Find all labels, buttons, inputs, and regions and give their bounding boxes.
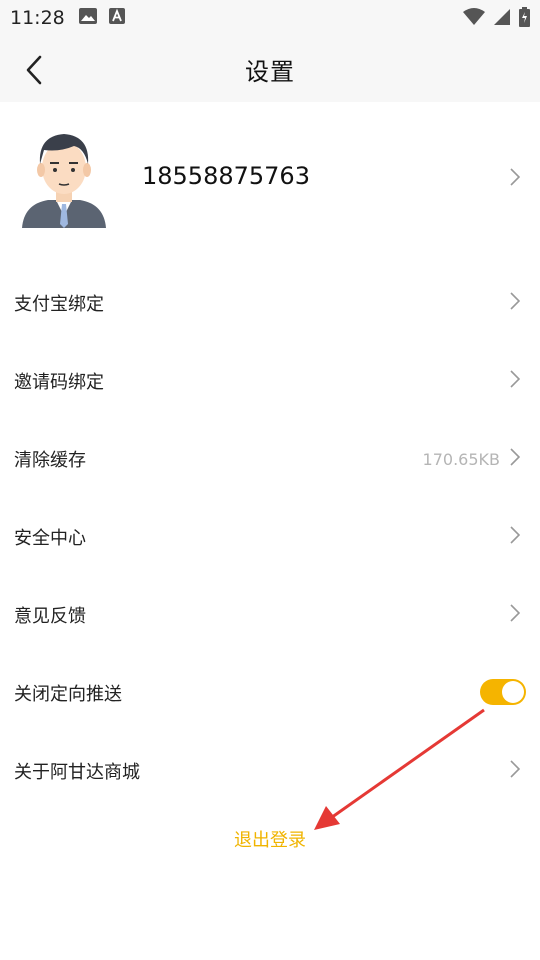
chevron-right-icon <box>510 370 521 393</box>
chevron-left-icon <box>26 55 42 85</box>
menu-item-label: 清除缓存 <box>14 450 86 471</box>
chevron-right-icon <box>510 168 521 190</box>
menu-item-label: 关于阿甘达商城 <box>14 762 140 783</box>
text-format-icon <box>108 7 125 29</box>
chevron-right-icon <box>510 292 521 315</box>
status-indicators <box>463 7 530 32</box>
back-button[interactable] <box>14 48 54 92</box>
signal-icon <box>493 8 511 31</box>
profile-row[interactable]: 18558875763 <box>0 102 540 250</box>
menu-item-invite-code-binding[interactable]: 邀请码绑定 <box>0 342 540 420</box>
menu-item-alipay-binding[interactable]: 支付宝绑定 <box>0 264 540 342</box>
menu-item-label: 安全中心 <box>14 528 86 549</box>
annotation-arrow <box>314 708 485 830</box>
cache-size: 170.65KB <box>422 449 500 469</box>
toggle-knob <box>502 681 524 703</box>
menu-item-label: 关闭定向推送 <box>14 684 122 705</box>
phone-number: 18558875763 <box>142 162 310 190</box>
menu-item-feedback[interactable]: 意见反馈 <box>0 576 540 654</box>
chevron-right-icon <box>510 448 521 471</box>
menu-item-clear-cache[interactable]: 清除缓存 170.65KB <box>0 420 540 498</box>
menu-item-label: 邀请码绑定 <box>14 372 104 393</box>
chevron-right-icon <box>510 604 521 627</box>
menu-item-label: 支付宝绑定 <box>14 294 104 315</box>
avatar[interactable] <box>18 124 110 228</box>
battery-icon <box>519 7 530 32</box>
image-icon <box>78 7 97 29</box>
menu-item-security-center[interactable]: 安全中心 <box>0 498 540 576</box>
status-time: 11:28 <box>10 7 65 29</box>
menu-item-label: 意见反馈 <box>14 606 86 627</box>
chevron-right-icon <box>510 526 521 549</box>
page-title: 设置 <box>245 57 295 86</box>
chevron-right-icon <box>510 760 521 783</box>
header: 设置 <box>0 36 540 102</box>
wifi-icon <box>463 8 485 31</box>
status-bar: 11:28 <box>0 0 540 36</box>
